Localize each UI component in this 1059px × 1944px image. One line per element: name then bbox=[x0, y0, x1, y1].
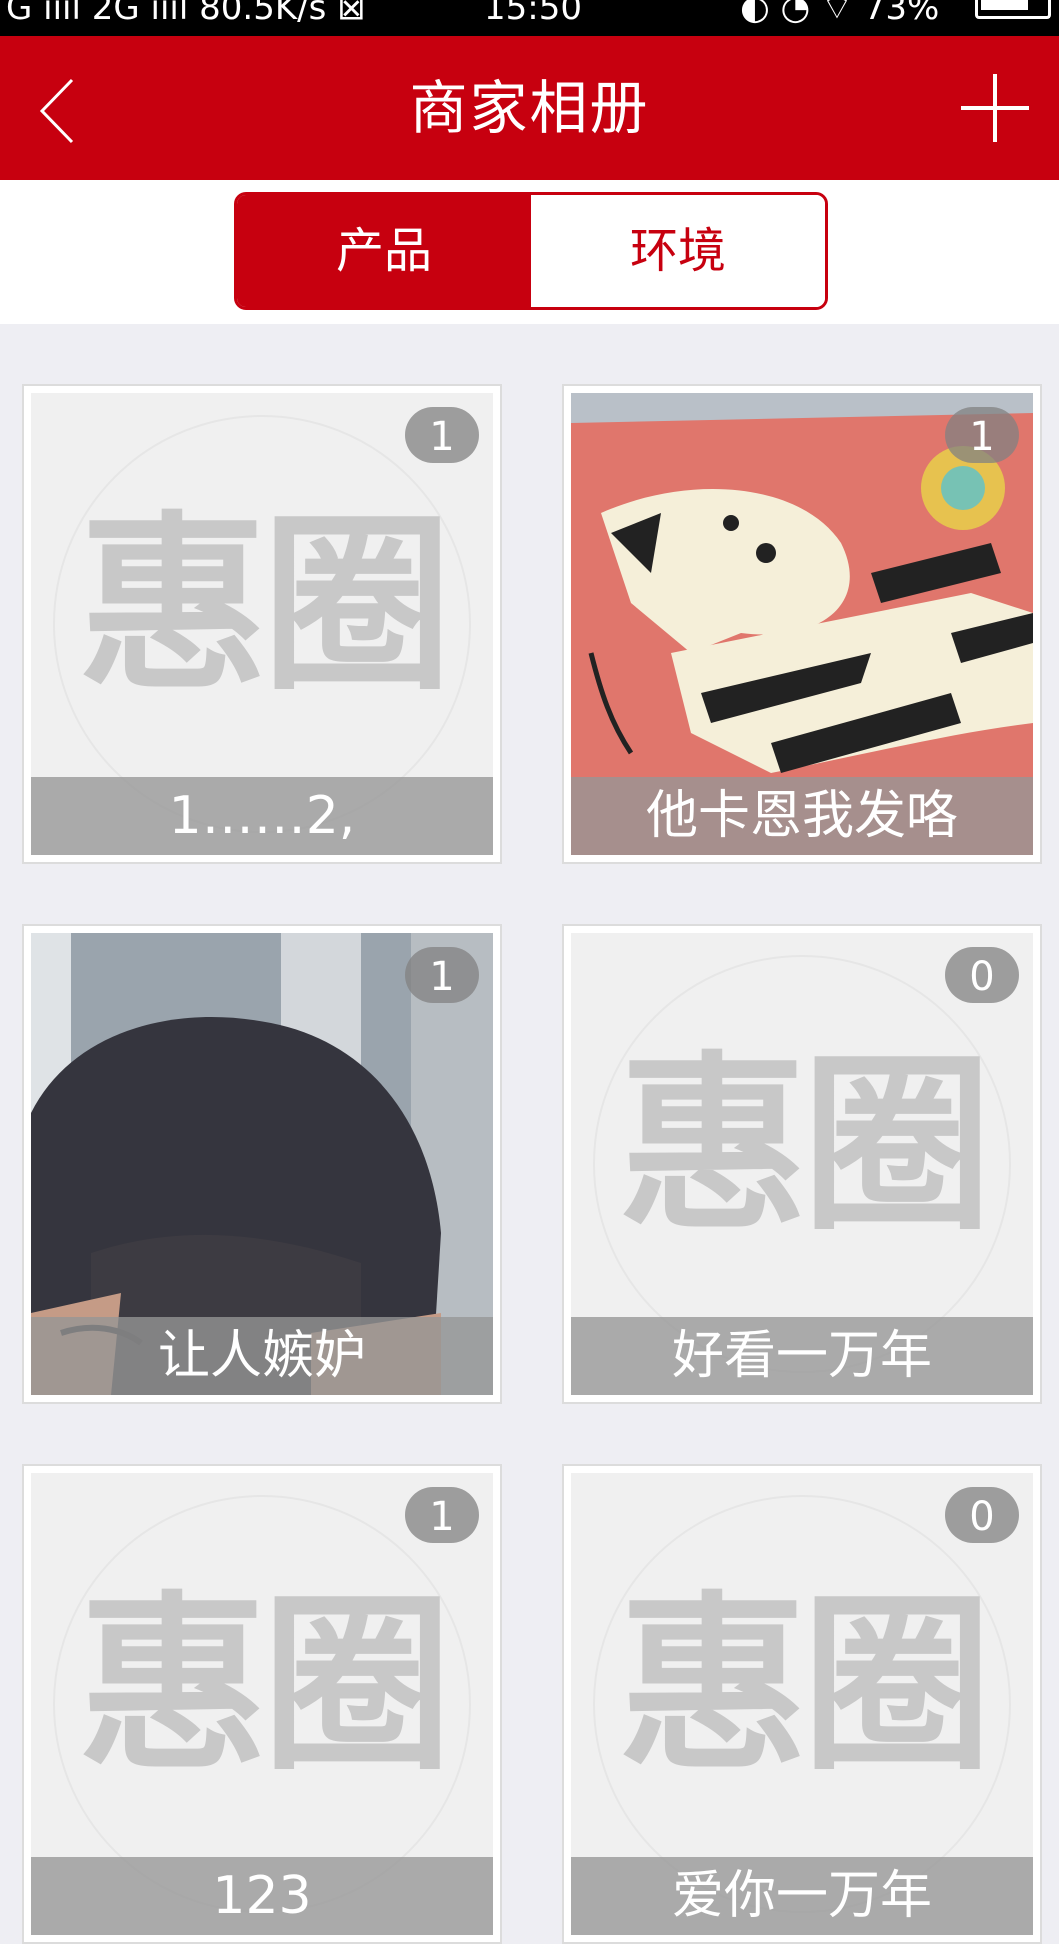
battery-icon bbox=[975, 0, 1051, 19]
photo-count-badge: 0 bbox=[945, 1487, 1019, 1543]
status-bar: G ıııl 2G ıııl 80.5K/s ⊠ 15:50 ◐ ◔ ⌔ 73% bbox=[0, 0, 1059, 36]
photo-count-badge: 1 bbox=[945, 407, 1019, 463]
album-cover-placeholder: 惠圈 0 好看一万年 bbox=[571, 933, 1033, 1395]
album-caption: 1……2, bbox=[31, 777, 493, 855]
album-cover-placeholder: 惠圈 0 爱你一万年 bbox=[571, 1473, 1033, 1935]
album-card[interactable]: 1 他卡恩我发咯 bbox=[562, 384, 1042, 864]
album-caption: 好看一万年 bbox=[571, 1317, 1033, 1395]
watermark-logo: 惠圈 bbox=[77, 1575, 452, 1796]
plus-icon[interactable] bbox=[959, 72, 1031, 144]
segmented-control: 产品 环境 bbox=[234, 192, 828, 310]
page-title: 商家相册 bbox=[409, 74, 650, 142]
status-bar-right-text: ◐ ◔ ⌔ 73% bbox=[740, 0, 940, 28]
album-caption: 爱你一万年 bbox=[571, 1857, 1033, 1935]
album-caption: 让人嫉妒 bbox=[31, 1317, 493, 1395]
watermark-logo: 惠圈 bbox=[77, 495, 452, 716]
album-cover-photo: 1 让人嫉妒 bbox=[31, 933, 493, 1395]
photo-count-badge: 0 bbox=[945, 947, 1019, 1003]
photo-count-badge: 1 bbox=[405, 407, 479, 463]
album-card[interactable]: 惠圈 1 123 bbox=[22, 1464, 502, 1944]
album-caption: 他卡恩我发咯 bbox=[571, 777, 1033, 855]
album-cover-placeholder: 惠圈 1 123 bbox=[31, 1473, 493, 1935]
album-cover-placeholder: 惠圈 1 1……2, bbox=[31, 393, 493, 855]
watermark-logo: 惠圈 bbox=[617, 1575, 992, 1796]
album-card[interactable]: 1 让人嫉妒 bbox=[22, 924, 502, 1404]
tab-environment[interactable]: 环境 bbox=[531, 195, 825, 307]
tab-bar: 产品 环境 bbox=[0, 180, 1059, 324]
album-cover-photo: 1 他卡恩我发咯 bbox=[571, 393, 1033, 855]
album-card[interactable]: 惠圈 1 1……2, bbox=[22, 384, 502, 864]
photo-count-badge: 1 bbox=[405, 947, 479, 1003]
photo-count-badge: 1 bbox=[405, 1487, 479, 1543]
status-bar-signal-text: G ıııl 2G ıııl 80.5K/s ⊠ bbox=[6, 0, 366, 28]
status-bar-time: 15:50 bbox=[484, 0, 582, 28]
album-card[interactable]: 惠圈 0 好看一万年 bbox=[562, 924, 1042, 1404]
battery-level bbox=[981, 0, 1028, 10]
album-grid: 惠圈 1 1……2, 1 他卡恩我发咯 1 让人嫉妒 惠圈 0 好看一万年 惠圈… bbox=[0, 324, 1059, 1944]
album-card[interactable]: 惠圈 0 爱你一万年 bbox=[562, 1464, 1042, 1944]
nav-header: 商家相册 bbox=[0, 36, 1059, 180]
album-caption: 123 bbox=[31, 1857, 493, 1935]
watermark-logo: 惠圈 bbox=[617, 1035, 992, 1256]
tab-products[interactable]: 产品 bbox=[237, 195, 531, 307]
